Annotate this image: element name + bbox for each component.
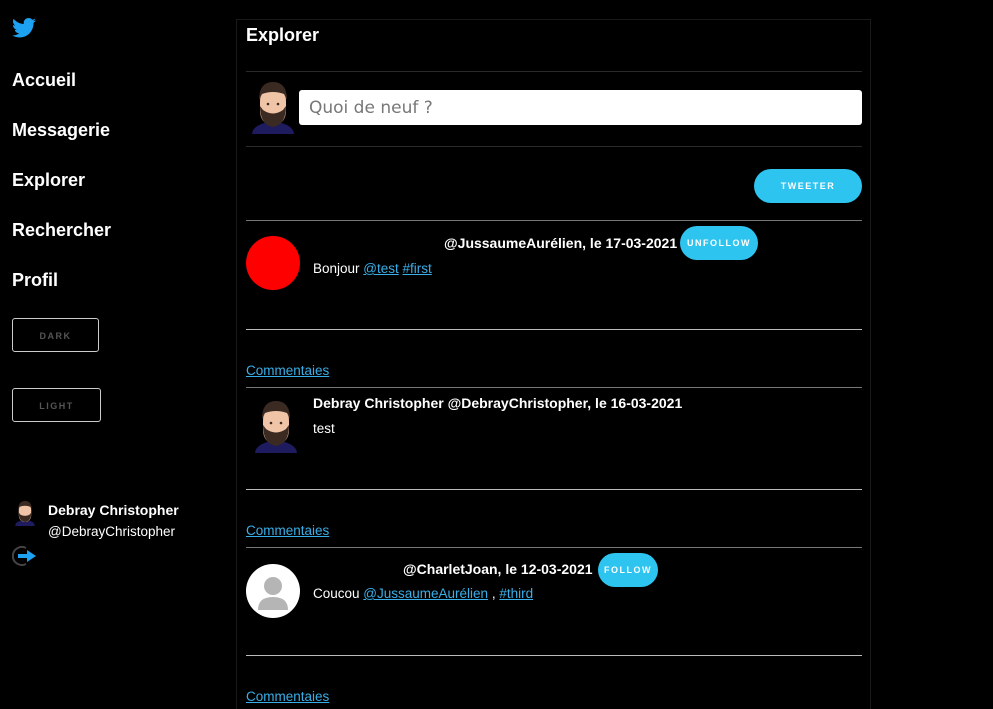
divider — [246, 655, 862, 656]
tweet-button[interactable]: TWEETER — [754, 169, 862, 203]
follow-button[interactable]: FOLLOW — [598, 553, 658, 587]
user-name: Debray Christopher — [48, 502, 179, 518]
logout-icon[interactable] — [12, 545, 38, 567]
divider — [246, 329, 862, 330]
comments-link[interactable]: Commentaies — [246, 363, 329, 378]
divider — [246, 71, 862, 72]
page-title: Explorer — [246, 25, 320, 45]
tweet-avatar — [246, 564, 300, 618]
nav-rechercher[interactable]: Rechercher — [12, 220, 111, 241]
divider — [246, 489, 862, 490]
tweet-meta: Debray Christopher @DebrayChristopher, l… — [313, 395, 683, 411]
dark-theme-button[interactable]: DARK — [12, 318, 99, 352]
compose-input[interactable] — [299, 90, 862, 125]
nav-profil[interactable]: Profil — [12, 270, 58, 291]
unfollow-button[interactable]: UNFOLLOW — [680, 226, 758, 260]
user-handle: @DebrayChristopher — [48, 524, 176, 539]
nav-accueil[interactable]: Accueil — [12, 70, 76, 91]
tweet-meta: @JussaumeAurélien, le 17-03-2021 — [444, 235, 678, 251]
mention-link[interactable]: @JussaumeAurélien — [363, 586, 488, 601]
hashtag-link[interactable]: #third — [499, 586, 533, 601]
light-theme-button[interactable]: LIGHT — [12, 388, 101, 422]
nav-explorer[interactable]: Explorer — [12, 170, 85, 191]
tweet-text: Coucou @JussaumeAurélien , #third — [313, 586, 534, 601]
divider — [246, 220, 862, 221]
hashtag-link[interactable]: #first — [403, 261, 432, 276]
tweet-text: Bonjour @test #first — [313, 261, 432, 276]
comments-link[interactable]: Commentaies — [246, 689, 329, 704]
tweet-meta: @CharletJoan, le 12-03-2021 — [403, 561, 593, 577]
nav-messagerie[interactable]: Messagerie — [12, 120, 110, 141]
twitter-bird-icon[interactable] — [12, 17, 36, 39]
divider — [246, 547, 862, 548]
tweet-text: test — [313, 421, 335, 436]
avatar — [15, 500, 35, 526]
tweet-avatar — [246, 236, 300, 290]
main-feed: Explorer TWEETER @JussaumeAurélien, le 1… — [236, 19, 871, 709]
divider — [246, 387, 862, 388]
sidebar: Accueil Messagerie Explorer Rechercher P… — [0, 0, 236, 698]
tweet-avatar — [255, 401, 297, 453]
divider — [246, 146, 862, 147]
compose-avatar — [252, 82, 294, 134]
comments-link[interactable]: Commentaies — [246, 523, 329, 538]
mention-link[interactable]: @test — [363, 261, 398, 276]
current-user: Debray Christopher @DebrayChristopher — [12, 500, 232, 570]
